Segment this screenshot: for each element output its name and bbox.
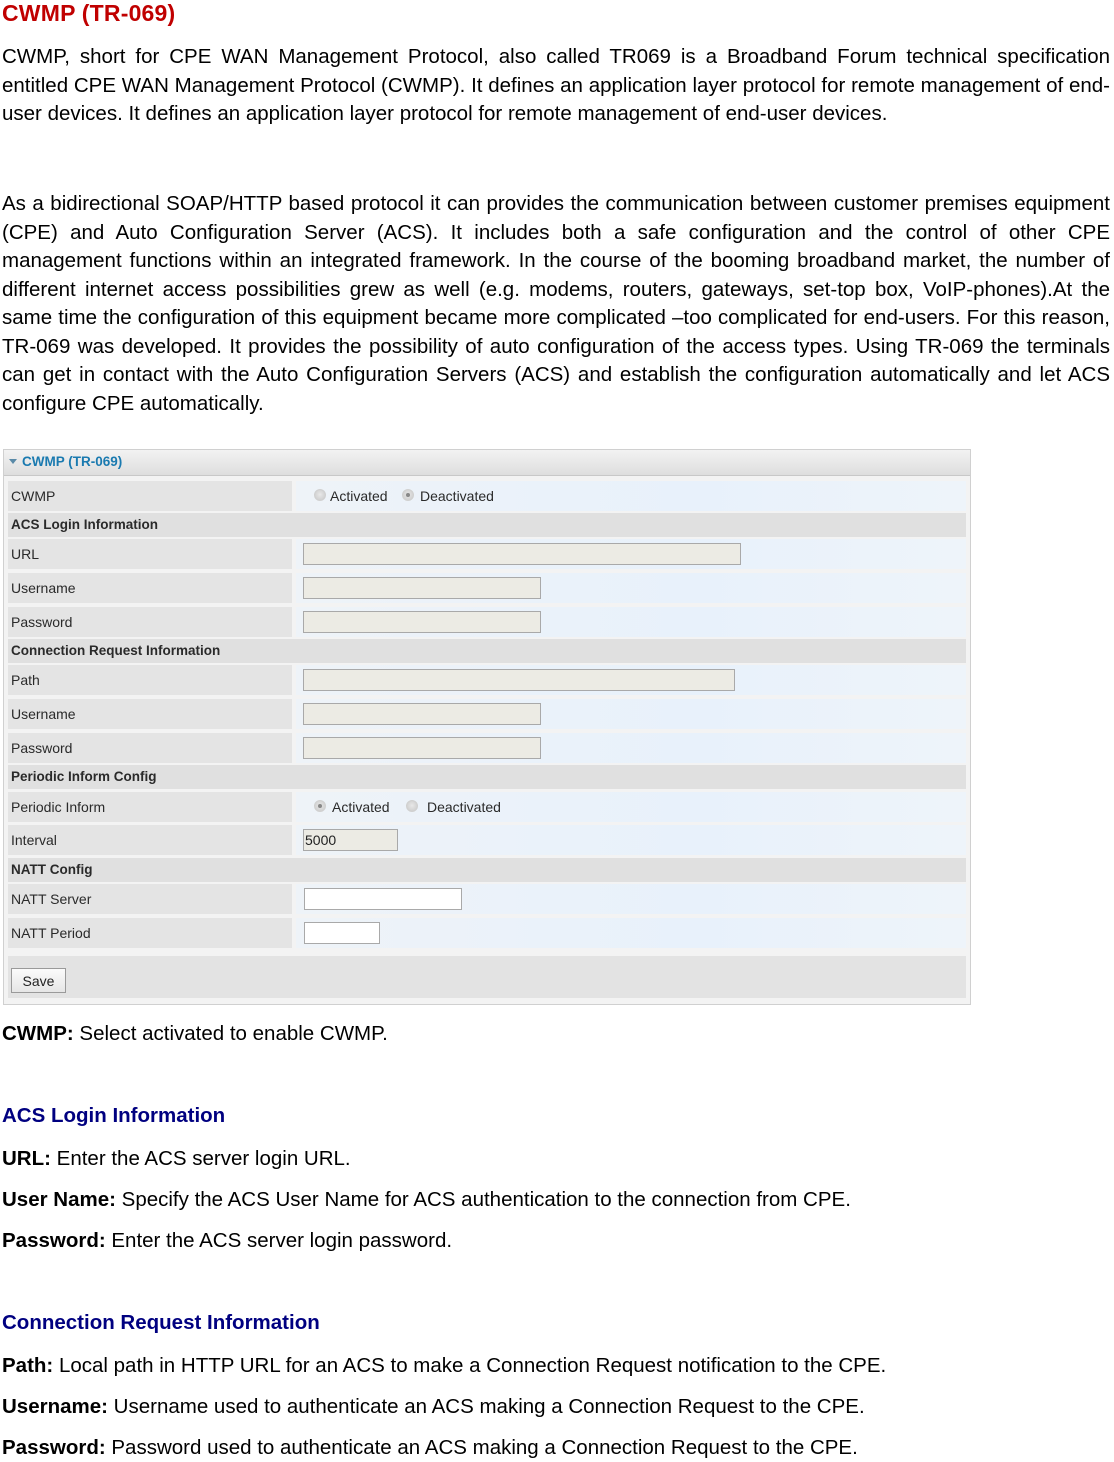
acs-password-text: Enter the ACS server login password.	[105, 1229, 453, 1252]
acs-password-term: Password:	[2, 1229, 106, 1252]
acs-url-text: Enter the ACS server login URL.	[50, 1147, 351, 1170]
acs-username-term: User Name:	[2, 1188, 116, 1211]
conn-path-description: Path: Local path in HTTP URL for an ACS …	[2, 1353, 886, 1379]
conn-username-label: Username	[11, 706, 76, 722]
periodic-section-title: Periodic Inform Config	[11, 769, 157, 784]
conn-password-description: Password: Password used to authenticate …	[2, 1435, 858, 1461]
periodic-activated-radio[interactable]	[314, 800, 326, 812]
conn-path-text: Local path in HTTP URL for an ACS to mak…	[53, 1354, 887, 1377]
conn-path-term: Path:	[2, 1354, 54, 1377]
cwmp-config-panel: CWMP (TR-069) CWMP Activated Deactivated…	[3, 449, 971, 1005]
cwmp-deactivated-label: Deactivated	[420, 488, 494, 504]
cwmp-description: CWMP: Select activated to enable CWMP.	[2, 1021, 388, 1047]
caret-down-icon[interactable]	[9, 459, 17, 464]
acs-url-description: URL: Enter the ACS server login URL.	[2, 1146, 351, 1172]
natt-server-input[interactable]	[304, 888, 462, 910]
acs-username-row: Username	[8, 572, 966, 604]
conn-path-input[interactable]	[303, 669, 735, 691]
save-button[interactable]: Save	[11, 968, 66, 993]
acs-username-label: Username	[11, 580, 76, 596]
acs-section-header: ACS Login Information	[8, 513, 966, 537]
conn-password-row: Password	[8, 732, 966, 764]
save-area: Save	[8, 956, 966, 998]
acs-password-label: Password	[11, 614, 73, 630]
document-title: CWMP (TR-069)	[2, 0, 176, 26]
acs-url-term: URL:	[2, 1147, 51, 1170]
interval-row: Interval	[8, 824, 966, 856]
conn-path-row: Path	[8, 664, 966, 696]
conn-password-text: Password used to authenticate an ACS mak…	[105, 1436, 858, 1459]
conn-username-description: Username: Username used to authenticate …	[2, 1394, 865, 1420]
periodic-inform-row: Periodic Inform Activated Deactivated	[8, 791, 966, 823]
natt-section-header: NATT Config	[8, 858, 966, 882]
panel-title: CWMP (TR-069)	[22, 454, 123, 469]
interval-input[interactable]	[303, 829, 398, 851]
periodic-activated-label: Activated	[332, 799, 390, 815]
cwmp-activated-label: Activated	[330, 488, 388, 504]
conn-password-term: Password:	[2, 1436, 106, 1459]
acs-heading: ACS Login Information	[2, 1104, 226, 1127]
conn-password-input[interactable]	[303, 737, 541, 759]
conn-username-input[interactable]	[303, 703, 541, 725]
cwmp-row: CWMP Activated Deactivated	[8, 480, 966, 512]
acs-password-row: Password	[8, 606, 966, 638]
cwmp-deactivated-radio[interactable]	[402, 489, 414, 501]
cwmp-label: CWMP	[11, 488, 56, 504]
periodic-inform-label: Periodic Inform	[11, 799, 106, 815]
acs-url-row: URL	[8, 538, 966, 570]
cwmp-text: Select activated to enable CWMP.	[73, 1022, 388, 1045]
acs-section-title: ACS Login Information	[11, 517, 158, 532]
natt-period-input[interactable]	[304, 922, 380, 944]
natt-server-label: NATT Server	[11, 891, 92, 907]
natt-period-label: NATT Period	[11, 925, 91, 941]
interval-label: Interval	[11, 832, 57, 848]
panel-header[interactable]: CWMP (TR-069)	[4, 450, 970, 476]
conn-section-title: Connection Request Information	[11, 643, 221, 658]
acs-username-input[interactable]	[303, 577, 541, 599]
acs-password-description: Password: Enter the ACS server login pas…	[2, 1228, 452, 1254]
conn-path-label: Path	[11, 672, 40, 688]
acs-url-label: URL	[11, 546, 40, 562]
conn-heading: Connection Request Information	[2, 1311, 320, 1334]
acs-username-description: User Name: Specify the ACS User Name for…	[2, 1187, 851, 1213]
conn-username-row: Username	[8, 698, 966, 730]
conn-username-text: Username used to authenticate an ACS mak…	[107, 1395, 865, 1418]
natt-server-row: NATT Server	[8, 883, 966, 915]
periodic-deactivated-radio[interactable]	[406, 800, 418, 812]
cwmp-term: CWMP:	[2, 1022, 74, 1045]
protocol-paragraph: As a bidirectional SOAP/HTTP based proto…	[2, 192, 1110, 415]
natt-period-row: NATT Period	[8, 917, 966, 949]
conn-section-header: Connection Request Information	[8, 639, 966, 663]
cwmp-activated-radio[interactable]	[314, 489, 326, 501]
intro-paragraph: CWMP, short for CPE WAN Management Proto…	[2, 45, 1110, 125]
periodic-section-header: Periodic Inform Config	[8, 765, 966, 789]
periodic-deactivated-label: Deactivated	[427, 799, 501, 815]
conn-username-term: Username:	[2, 1395, 108, 1418]
conn-password-label: Password	[11, 740, 73, 756]
acs-password-input[interactable]	[303, 611, 541, 633]
acs-username-text: Specify the ACS User Name for ACS authen…	[115, 1188, 851, 1211]
acs-url-input[interactable]	[303, 543, 741, 565]
natt-section-title: NATT Config	[11, 862, 93, 877]
